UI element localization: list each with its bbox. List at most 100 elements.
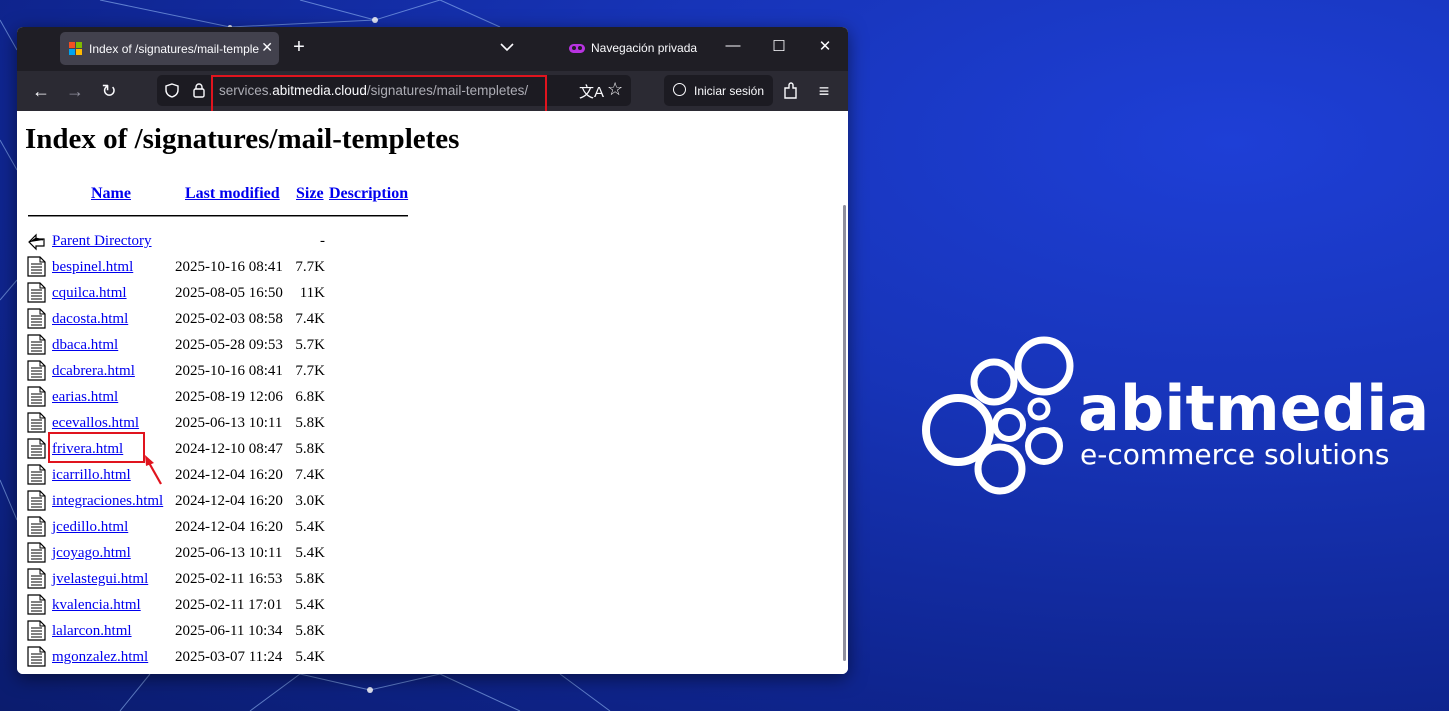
file-link[interactable]: jvelastegui.html	[52, 571, 148, 588]
file-size: 5.8K	[295, 415, 325, 431]
file-link[interactable]: dacosta.html	[52, 311, 128, 328]
file-date: 2025-03-07 11:24	[175, 649, 283, 665]
table-row: jcoyago.html 2025-06-13 10:11 5.4K	[17, 541, 417, 567]
table-row: mgonzalez.html 2025-03-07 11:24 5.4K	[17, 645, 417, 671]
file-size: 5.4K	[295, 597, 325, 613]
file-date: 2025-02-03 08:58	[175, 311, 283, 327]
file-size: 7.4K	[295, 311, 325, 327]
table-row: bespinel.html 2025-10-16 08:41 7.7K	[17, 255, 417, 281]
table-row: integraciones.html 2024-12-04 16:20 3.0K	[17, 489, 417, 515]
brand-name: abitmedia	[1078, 372, 1430, 445]
column-header-size[interactable]: Size	[296, 185, 324, 203]
file-date: 2025-08-05 16:50	[175, 285, 283, 301]
file-icon	[27, 438, 46, 459]
file-icon	[27, 646, 46, 667]
table-row: jvelastegui.html 2025-02-11 16:53 5.8K	[17, 567, 417, 593]
reload-button[interactable]: ↻	[96, 79, 122, 103]
parent-directory-row: Parent Directory -	[17, 229, 417, 255]
account-icon	[673, 83, 686, 96]
translate-icon[interactable]: 文A	[579, 81, 604, 102]
file-size: 6.8K	[295, 389, 325, 405]
extensions-icon[interactable]	[783, 82, 799, 100]
file-link[interactable]: dcabrera.html	[52, 363, 135, 380]
file-link[interactable]: integraciones.html	[52, 493, 163, 510]
signin-button[interactable]: Iniciar sesión	[664, 75, 773, 106]
file-icon	[27, 334, 46, 355]
file-link[interactable]: kvalencia.html	[52, 597, 141, 614]
bookmark-star-icon[interactable]: ☆	[607, 79, 623, 100]
table-row: earias.html 2025-08-19 12:06 6.8K	[17, 385, 417, 411]
private-mask-icon	[569, 44, 585, 53]
file-size: 5.8K	[295, 441, 325, 457]
url-annotation-box	[211, 75, 547, 114]
file-size: 5.8K	[295, 571, 325, 587]
file-size: 5.4K	[295, 649, 325, 665]
file-date: 2024-12-04 16:20	[175, 467, 283, 483]
file-size: -	[320, 233, 325, 249]
table-row: jcedillo.html 2024-12-04 16:20 5.4K	[17, 515, 417, 541]
shield-icon[interactable]	[165, 83, 179, 98]
file-size: 3.0K	[295, 493, 325, 509]
file-link[interactable]: jcoyago.html	[52, 545, 131, 562]
file-link[interactable]: dbaca.html	[52, 337, 118, 354]
minimize-button[interactable]: —	[723, 37, 743, 54]
file-link[interactable]: lalarcon.html	[52, 623, 132, 640]
browser-window: Index of /signatures/mail-templetes ✕ + …	[17, 27, 848, 674]
file-size: 5.4K	[295, 519, 325, 535]
maximize-button[interactable]: ☐	[769, 37, 789, 55]
file-date: 2025-06-13 10:11	[175, 415, 283, 431]
frivera-annotation-box	[48, 432, 145, 463]
file-icon	[27, 464, 46, 485]
file-icon	[27, 490, 46, 511]
file-date: 2025-08-19 12:06	[175, 389, 283, 405]
file-size: 7.4K	[295, 467, 325, 483]
file-date: 2024-12-04 16:20	[175, 493, 283, 509]
file-link[interactable]: bespinel.html	[52, 259, 133, 276]
file-link[interactable]: cquilca.html	[52, 285, 127, 302]
file-date: 2025-02-11 17:01	[175, 597, 283, 613]
file-date: 2024-12-04 16:20	[175, 519, 283, 535]
vertical-scrollbar[interactable]	[843, 205, 846, 661]
menu-icon[interactable]: ≡	[811, 79, 837, 103]
private-browsing-label: Navegación privada	[591, 41, 698, 55]
file-icon	[27, 282, 46, 303]
file-link[interactable]: Parent Directory	[52, 233, 152, 250]
table-row: dacosta.html 2025-02-03 08:58 7.4K	[17, 307, 417, 333]
back-button[interactable]: ←	[28, 79, 54, 103]
file-icon	[27, 308, 46, 329]
file-link[interactable]: icarrillo.html	[52, 467, 131, 484]
file-icon	[27, 256, 46, 277]
column-header-name[interactable]: Name	[91, 185, 131, 203]
file-icon	[27, 386, 46, 407]
file-link[interactable]: earias.html	[52, 389, 118, 406]
close-window-button[interactable]: ✕	[815, 37, 835, 55]
file-size: 5.4K	[295, 545, 325, 561]
file-icon	[27, 542, 46, 563]
file-icon	[27, 516, 46, 537]
file-link[interactable]: mgonzalez.html	[52, 649, 148, 666]
file-link[interactable]: ecevallos.html	[52, 415, 139, 432]
file-icon	[27, 412, 46, 433]
lock-icon[interactable]	[193, 83, 205, 98]
file-size: 11K	[299, 285, 325, 301]
forward-button[interactable]: →	[62, 79, 88, 103]
file-size: 5.8K	[295, 623, 325, 639]
file-link[interactable]: jcedillo.html	[52, 519, 128, 536]
file-size: 7.7K	[295, 363, 325, 379]
file-icon	[27, 360, 46, 381]
file-size: 5.7K	[295, 337, 325, 353]
column-header-last-modified[interactable]: Last modified	[185, 185, 280, 203]
list-all-tabs-icon[interactable]	[497, 39, 517, 55]
table-row: lalarcon.html 2025-06-11 10:34 5.8K	[17, 619, 417, 645]
tab-close-icon[interactable]: ✕	[261, 39, 273, 56]
page-content: Index of /signatures/mail-templetes Name…	[17, 111, 848, 674]
file-date: 2025-02-11 16:53	[175, 571, 283, 587]
active-tab[interactable]: Index of /signatures/mail-templetes ✕	[60, 32, 279, 65]
table-row: dbaca.html 2025-05-28 09:53 5.7K	[17, 333, 417, 359]
new-tab-button[interactable]: +	[289, 36, 309, 59]
private-browsing-indicator: Navegación privada	[569, 41, 697, 55]
file-date: 2025-05-28 09:53	[175, 337, 283, 353]
column-header-description[interactable]: Description	[329, 185, 408, 203]
file-date: 2024-12-10 08:47	[175, 441, 283, 457]
file-date: 2025-10-16 08:41	[175, 363, 283, 379]
